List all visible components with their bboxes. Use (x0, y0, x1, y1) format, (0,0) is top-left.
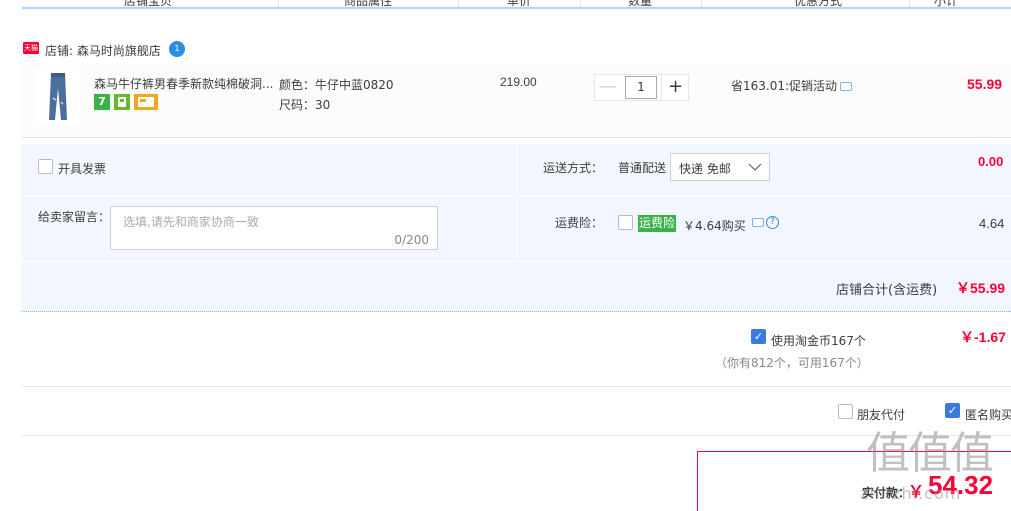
insurance-price-text: ￥4.64购买 (683, 219, 746, 233)
message-textarea[interactable]: 选填,请先和商家协商一致 0/200 (110, 206, 438, 250)
col-header-item: 店铺宝贝 (124, 0, 173, 8)
item-color: 颜色：牛仔中蓝0820 (279, 78, 394, 92)
product-thumbnail[interactable] (36, 70, 80, 124)
coins-note: （你有812个，可用167个） (715, 356, 869, 370)
item-price: 219.00 (500, 75, 537, 89)
insurance-checkbox[interactable] (618, 215, 633, 230)
comment-icon[interactable] (752, 218, 764, 227)
chat-icon[interactable]: 1 (169, 41, 185, 57)
col-header-quantity: 数量 (628, 0, 653, 8)
tmall-icon: 天猫 (23, 42, 39, 54)
anonymous-label: 匿名购买 (965, 408, 1011, 422)
invoice-checkbox[interactable] (38, 159, 53, 174)
shipping-cost: 0.00 (978, 154, 1004, 169)
anonymous-checkbox[interactable]: ✓ (945, 403, 960, 418)
item-size: 尺码：30 (279, 98, 331, 112)
col-header-discount: 优惠方式 (794, 0, 843, 8)
friend-pay-checkbox[interactable] (838, 404, 853, 419)
item-title-link[interactable]: 森马牛仔裤男春季新款纯棉破洞... (94, 75, 273, 92)
insurance-label: 运费险： (555, 216, 604, 230)
shipping-select-value: 快递 免邮 (679, 162, 731, 176)
coins-discount: ￥-1.67 (960, 329, 1006, 345)
shop-name-link[interactable]: 店铺: 森马时尚旗舰店 (45, 42, 161, 59)
col-header-subtotal: 小计 (934, 0, 959, 8)
quantity-input[interactable]: 1 (625, 76, 657, 99)
col-header-price: 单价 (507, 0, 532, 8)
watermark-logo: 值值值 (866, 428, 994, 479)
watermark-site: zhi.zhi.com (860, 484, 962, 503)
quantity-minus-button[interactable]: — (594, 74, 621, 101)
message-placeholder: 选填,请先和商家协商一致 (123, 215, 259, 229)
discount-text: 省163.01:促销活动 (731, 79, 838, 93)
insurance-cost: 4.64 (979, 216, 1005, 231)
coins-checkbox[interactable]: ✓ (751, 329, 766, 344)
coins-label: 使用淘金币167个 (771, 334, 866, 348)
help-icon[interactable]: ? (766, 216, 779, 229)
invoice-label: 开具发票 (58, 162, 107, 176)
quantity-plus-button[interactable]: + (661, 74, 689, 101)
guarantee-icon (114, 94, 130, 110)
credit-card-icon (134, 94, 158, 110)
friend-pay-label: 朋友代付 (857, 408, 906, 422)
table-header: 店铺宝贝 商品属性 单价 数量 优惠方式 小计 (22, 0, 1011, 9)
col-header-attributes: 商品属性 (344, 0, 393, 8)
message-label: 给卖家留言： (38, 210, 111, 224)
chevron-down-icon (748, 163, 762, 171)
shop-total-label: 店铺合计(含运费) (836, 283, 938, 298)
comment-icon[interactable] (840, 82, 852, 91)
shipping-method: 普通配送 (618, 161, 667, 175)
shipping-label: 运送方式： (543, 161, 604, 175)
item-subtotal: 55.99 (967, 76, 1003, 92)
insurance-badge: 运费险 (638, 215, 676, 232)
shop-total-value: ￥55.99 (956, 280, 1006, 296)
shipping-select[interactable]: 快递 免邮 (670, 153, 770, 181)
seven-day-return-icon: 7 (94, 94, 110, 110)
jeans-icon (49, 73, 67, 120)
message-counter: 0/200 (394, 233, 429, 247)
